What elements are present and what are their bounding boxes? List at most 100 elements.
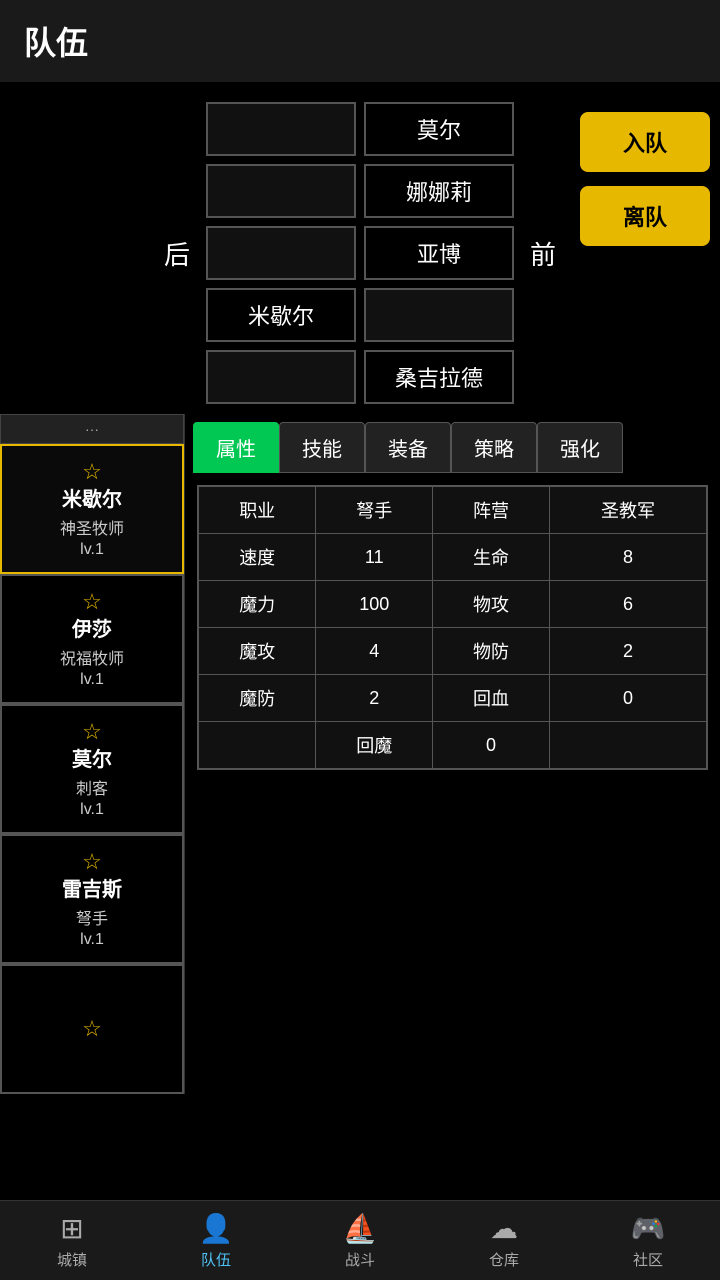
formation-row-4: 桑吉拉德 <box>206 350 514 404</box>
party-member-card-0[interactable]: ☆ 米歇尔 神圣牧师 lv.1 <box>0 444 184 574</box>
stats-header: 弩手 <box>316 486 433 534</box>
formation-row-2: 亚博 <box>206 226 514 280</box>
stats-cell: 魔攻 <box>198 628 316 675</box>
star-icon: ☆ <box>82 719 102 745</box>
front-label: 前 <box>518 235 568 272</box>
tab-3[interactable]: 策略 <box>451 422 537 473</box>
member-class: 祝福牧师 <box>60 645 124 669</box>
nav-item-城镇[interactable]: ⊞ 城镇 <box>0 1201 144 1280</box>
stats-row-4: 回魔0 <box>198 722 707 770</box>
stats-row-2: 魔攻4物防2 <box>198 628 707 675</box>
member-name: 伊莎 <box>72 617 112 643</box>
leave-button[interactable]: 离队 <box>580 186 710 246</box>
party-member-card-4[interactable]: ☆ <box>0 964 184 1094</box>
formation-cell-4-0[interactable] <box>206 350 356 404</box>
formation-cell-1-0[interactable] <box>206 164 356 218</box>
formation-cell-4-1[interactable]: 桑吉拉德 <box>364 350 514 404</box>
nav-label-0: 城镇 <box>57 1249 87 1270</box>
stats-header: 阵营 <box>433 486 550 534</box>
formation-cell-0-1[interactable]: 莫尔 <box>364 102 514 156</box>
stats-cell: 2 <box>549 628 707 675</box>
member-class: 神圣牧师 <box>60 515 124 539</box>
stats-cell: 魔力 <box>198 581 316 628</box>
formation-row-3: 米歇尔 <box>206 288 514 342</box>
tab-2[interactable]: 装备 <box>365 422 451 473</box>
stats-cell: 2 <box>316 675 433 722</box>
page-title: 队伍 <box>24 25 88 61</box>
stats-row-0: 速度11生命8 <box>198 534 707 581</box>
star-icon: ☆ <box>82 849 102 875</box>
member-class: 刺客 <box>76 775 108 799</box>
城镇-icon: ⊞ <box>60 1212 83 1245</box>
member-name: 米歇尔 <box>62 487 122 513</box>
stats-cell: 11 <box>316 534 433 581</box>
stats-cell: 8 <box>549 534 707 581</box>
stats-row-3: 魔防2回血0 <box>198 675 707 722</box>
member-level: lv.1 <box>80 931 104 949</box>
tab-1[interactable]: 技能 <box>279 422 365 473</box>
party-member-card-2[interactable]: ☆ 莫尔 刺客 lv.1 <box>0 704 184 834</box>
formation-cell-1-1[interactable]: 娜娜莉 <box>364 164 514 218</box>
page-header: 队伍 <box>0 0 720 82</box>
formation-cell-2-1[interactable]: 亚博 <box>364 226 514 280</box>
formation-cell-3-1[interactable] <box>364 288 514 342</box>
nav-item-仓库[interactable]: ☁ 仓库 <box>432 1201 576 1280</box>
join-button[interactable]: 入队 <box>580 112 710 172</box>
member-class: 弩手 <box>76 905 108 929</box>
nav-label-2: 战斗 <box>345 1249 375 1270</box>
member-level: lv.1 <box>80 671 104 689</box>
stats-cell: 速度 <box>198 534 316 581</box>
stats-cell <box>549 722 707 770</box>
formation-cell-2-0[interactable] <box>206 226 356 280</box>
stats-cell: 0 <box>433 722 550 770</box>
member-level: lv.1 <box>80 801 104 819</box>
nav-item-社区[interactable]: 🎮 社区 <box>576 1201 720 1280</box>
stats-cell: 0 <box>549 675 707 722</box>
bottom-nav: ⊞ 城镇 👤 队伍 ⛵ 战斗 ☁ 仓库 🎮 社区 <box>0 1200 720 1280</box>
队伍-icon: 👤 <box>199 1212 234 1245</box>
stats-header: 职业 <box>198 486 316 534</box>
stats-cell: 魔防 <box>198 675 316 722</box>
list-header: ··· <box>0 414 184 444</box>
party-section: ··· ☆ 米歇尔 神圣牧师 lv.1 ☆ 伊莎 祝福牧师 lv.1 ☆ 莫尔 … <box>0 414 720 1094</box>
member-name: 雷吉斯 <box>62 877 122 903</box>
star-icon: ☆ <box>82 589 102 615</box>
formation-cell-3-0[interactable]: 米歇尔 <box>206 288 356 342</box>
社区-icon: 🎮 <box>631 1212 666 1245</box>
stats-table: 职业弩手阵营圣教军速度11生命8魔力100物攻6魔攻4物防2魔防2回血0回魔0 <box>197 485 708 770</box>
party-member-card-1[interactable]: ☆ 伊莎 祝福牧师 lv.1 <box>0 574 184 704</box>
nav-label-4: 社区 <box>633 1249 663 1270</box>
stats-cell: 物防 <box>433 628 550 675</box>
stats-header: 圣教军 <box>549 486 707 534</box>
member-name: 莫尔 <box>72 747 112 773</box>
member-level: lv.1 <box>80 541 104 559</box>
stats-cell: 回血 <box>433 675 550 722</box>
party-list: ··· ☆ 米歇尔 神圣牧师 lv.1 ☆ 伊莎 祝福牧师 lv.1 ☆ 莫尔 … <box>0 414 185 1094</box>
stats-cell: 6 <box>549 581 707 628</box>
formation-cell-0-0[interactable] <box>206 102 356 156</box>
formation-buttons: 入队 离队 <box>580 112 710 246</box>
formation-row-0: 莫尔 <box>206 102 514 156</box>
stats-container: 职业弩手阵营圣教军速度11生命8魔力100物攻6魔攻4物防2魔防2回血0回魔0 <box>185 473 720 782</box>
stats-cell: 生命 <box>433 534 550 581</box>
stats-cell: 100 <box>316 581 433 628</box>
star-icon: ☆ <box>82 459 102 485</box>
战斗-icon: ⛵ <box>343 1212 378 1245</box>
stats-row-1: 魔力100物攻6 <box>198 581 707 628</box>
仓库-icon: ☁ <box>490 1212 518 1245</box>
stats-cell: 回魔 <box>316 722 433 770</box>
nav-label-1: 队伍 <box>201 1249 231 1270</box>
formation-area: 后 莫尔娜娜莉亚博米歇尔桑吉拉德 前 入队 离队 <box>0 82 720 414</box>
star-icon: ☆ <box>82 1016 102 1042</box>
nav-label-3: 仓库 <box>489 1249 519 1270</box>
tab-0[interactable]: 属性 <box>193 422 279 473</box>
formation-row-1: 娜娜莉 <box>206 164 514 218</box>
stats-cell <box>198 722 316 770</box>
nav-item-战斗[interactable]: ⛵ 战斗 <box>288 1201 432 1280</box>
tab-4[interactable]: 强化 <box>537 422 623 473</box>
party-member-card-3[interactable]: ☆ 雷吉斯 弩手 lv.1 <box>0 834 184 964</box>
stats-cell: 4 <box>316 628 433 675</box>
nav-item-队伍[interactable]: 👤 队伍 <box>144 1201 288 1280</box>
stats-cell: 物攻 <box>433 581 550 628</box>
tab-bar: 属性技能装备策略强化 <box>185 414 720 473</box>
